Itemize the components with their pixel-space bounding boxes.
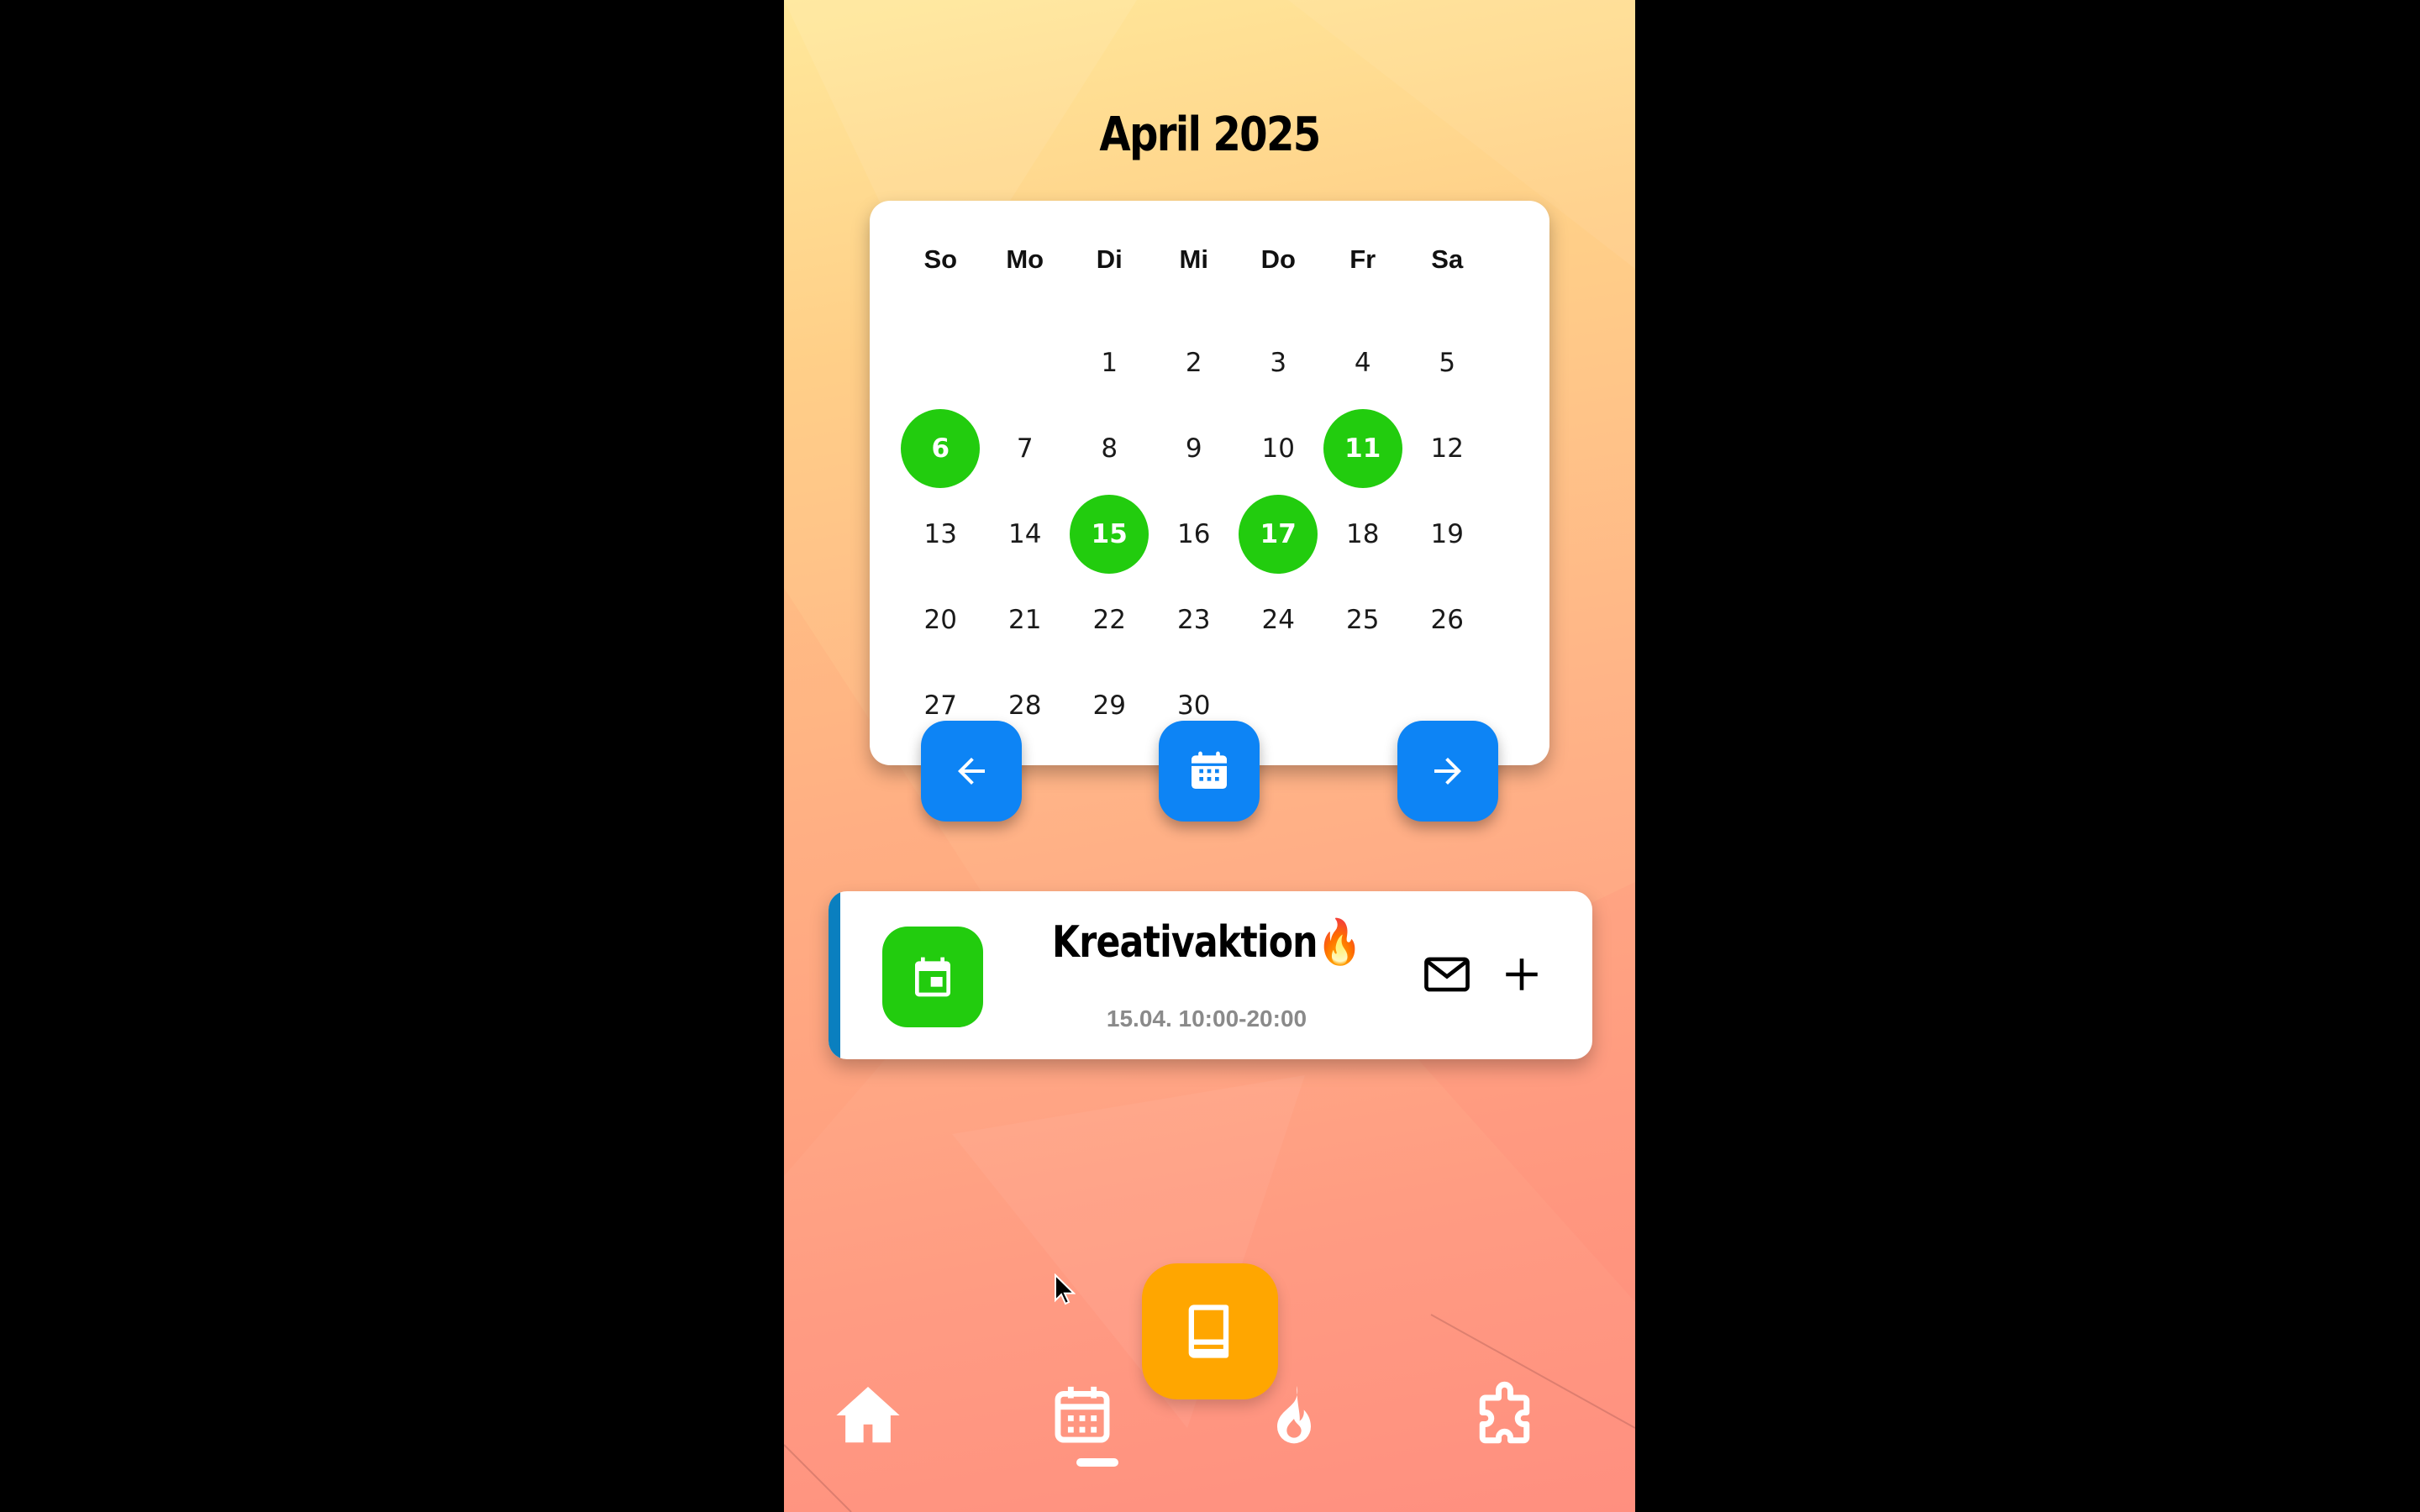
day-cell[interactable]: 23	[1152, 577, 1237, 663]
active-tab-indicator	[1076, 1458, 1118, 1467]
day-number: 22	[1092, 605, 1126, 635]
calendar-grid: So Mo Di Mi Do Fr Sa 1 2 3 4 5 6 7 8 9 10 11 12 13 14 15 16 17 1…	[898, 234, 1490, 748]
day-number: 2	[1185, 348, 1202, 378]
mouse-pointer-icon	[1054, 1273, 1076, 1309]
day-cell[interactable]: 24	[1236, 577, 1321, 663]
month-title: April 2025	[1099, 108, 1321, 162]
day-cell[interactable]: 13	[898, 491, 983, 577]
day-cell[interactable]: 3	[1236, 320, 1321, 406]
day-cell[interactable]: 17	[1236, 491, 1321, 577]
weekday-header: Fr	[1349, 244, 1376, 274]
day-number: 9	[1185, 433, 1202, 464]
day-number: 13	[923, 519, 957, 549]
weekday-header: Di	[1096, 244, 1123, 274]
day-number: 25	[1346, 605, 1380, 635]
event-mail-button[interactable]	[1419, 947, 1475, 1002]
weekday-header: Mo	[1006, 244, 1044, 274]
day-cell[interactable]: 18	[1321, 491, 1406, 577]
next-month-button[interactable]	[1397, 721, 1498, 822]
day-cell[interactable]: 11	[1321, 406, 1406, 491]
day-cell[interactable]: 1	[1067, 320, 1152, 406]
calendar-icon	[1192, 751, 1227, 789]
day-cell[interactable]: 21	[983, 577, 1068, 663]
day-number: 17	[1239, 495, 1318, 574]
day-number: 24	[1261, 605, 1295, 635]
tab-calendar[interactable]	[1040, 1369, 1124, 1462]
day-cell[interactable]: 19	[1405, 491, 1490, 577]
day-cell[interactable]: 4	[1321, 320, 1406, 406]
event-icon-tile	[882, 927, 983, 1027]
event-time: 15.04. 10:00-20:00	[1106, 1005, 1307, 1032]
day-cell[interactable]: 7	[983, 406, 1068, 491]
day-number: 6	[901, 409, 981, 488]
empty-day-cell	[1321, 663, 1406, 748]
tab-puzzle[interactable]	[1465, 1369, 1549, 1462]
day-cell[interactable]: 15	[1067, 491, 1152, 577]
calendar-card: So Mo Di Mi Do Fr Sa 1 2 3 4 5 6 7 8 9 10 11 12 13 14 15 16 17 1…	[870, 201, 1549, 765]
day-cell[interactable]: 20	[898, 577, 983, 663]
day-number: 5	[1439, 348, 1456, 378]
weekday-header: Mi	[1179, 244, 1208, 274]
day-cell[interactable]: 5	[1405, 320, 1490, 406]
event-add-button[interactable]	[1494, 947, 1549, 1002]
tab-home[interactable]	[826, 1369, 910, 1462]
today-button[interactable]	[1159, 721, 1260, 822]
flame-icon	[1277, 1386, 1311, 1444]
arrow-left-icon	[958, 758, 985, 785]
day-cell[interactable]: 14	[983, 491, 1068, 577]
tab-flame[interactable]	[1252, 1369, 1336, 1462]
weekday-header: So	[923, 244, 958, 274]
day-number: 15	[1070, 495, 1150, 574]
day-cell[interactable]: 26	[1405, 577, 1490, 663]
weekday-header: Do	[1260, 244, 1296, 274]
day-cell[interactable]: 25	[1321, 577, 1406, 663]
prev-month-button[interactable]	[921, 721, 1022, 822]
puzzle-icon	[1479, 1381, 1530, 1444]
day-cell[interactable]: 12	[1405, 406, 1490, 491]
day-number: 11	[1323, 409, 1402, 488]
arrow-right-icon	[1434, 758, 1461, 785]
home-icon	[836, 1386, 900, 1443]
calendar-event-icon	[915, 957, 950, 997]
day-cell[interactable]: 29	[1067, 663, 1152, 748]
day-cell[interactable]: 16	[1152, 491, 1237, 577]
day-cell[interactable]: 8	[1067, 406, 1152, 491]
calendar-icon	[1055, 1386, 1110, 1443]
book-icon	[1188, 1305, 1229, 1358]
day-number: 8	[1101, 433, 1118, 464]
day-number: 1	[1101, 348, 1118, 378]
day-number: 7	[1016, 433, 1034, 464]
day-number: 4	[1354, 348, 1371, 378]
day-number: 26	[1430, 605, 1464, 635]
mail-icon	[1424, 957, 1470, 992]
day-number: 16	[1177, 519, 1211, 549]
event-accent-stripe	[829, 891, 840, 1059]
empty-day-cell	[983, 320, 1068, 406]
day-cell[interactable]: 22	[1067, 577, 1152, 663]
event-card[interactable]: Kreativaktion🔥 15.04. 10:00-20:00	[829, 891, 1592, 1059]
day-number: 20	[923, 605, 957, 635]
app-screen: April 2025 So Mo Di Mi Do Fr Sa 1 2 3 4 5 6 7 8 9 10 11 12…	[784, 0, 1635, 1512]
empty-day-cell	[898, 320, 983, 406]
day-number: 19	[1430, 519, 1464, 549]
day-number: 18	[1346, 519, 1380, 549]
plus-icon	[1506, 958, 1538, 990]
day-number: 10	[1261, 433, 1295, 464]
day-cell[interactable]: 2	[1152, 320, 1237, 406]
day-cell[interactable]: 6	[898, 406, 983, 491]
day-number: 12	[1430, 433, 1464, 464]
day-cell[interactable]: 9	[1152, 406, 1237, 491]
weekday-header: Sa	[1431, 244, 1464, 274]
day-number: 21	[1008, 605, 1042, 635]
day-number: 3	[1270, 348, 1287, 378]
event-title: Kreativaktion🔥	[1052, 917, 1362, 968]
day-number: 23	[1177, 605, 1211, 635]
day-number: 29	[1092, 690, 1126, 721]
day-cell[interactable]: 10	[1236, 406, 1321, 491]
day-number: 14	[1008, 519, 1042, 549]
